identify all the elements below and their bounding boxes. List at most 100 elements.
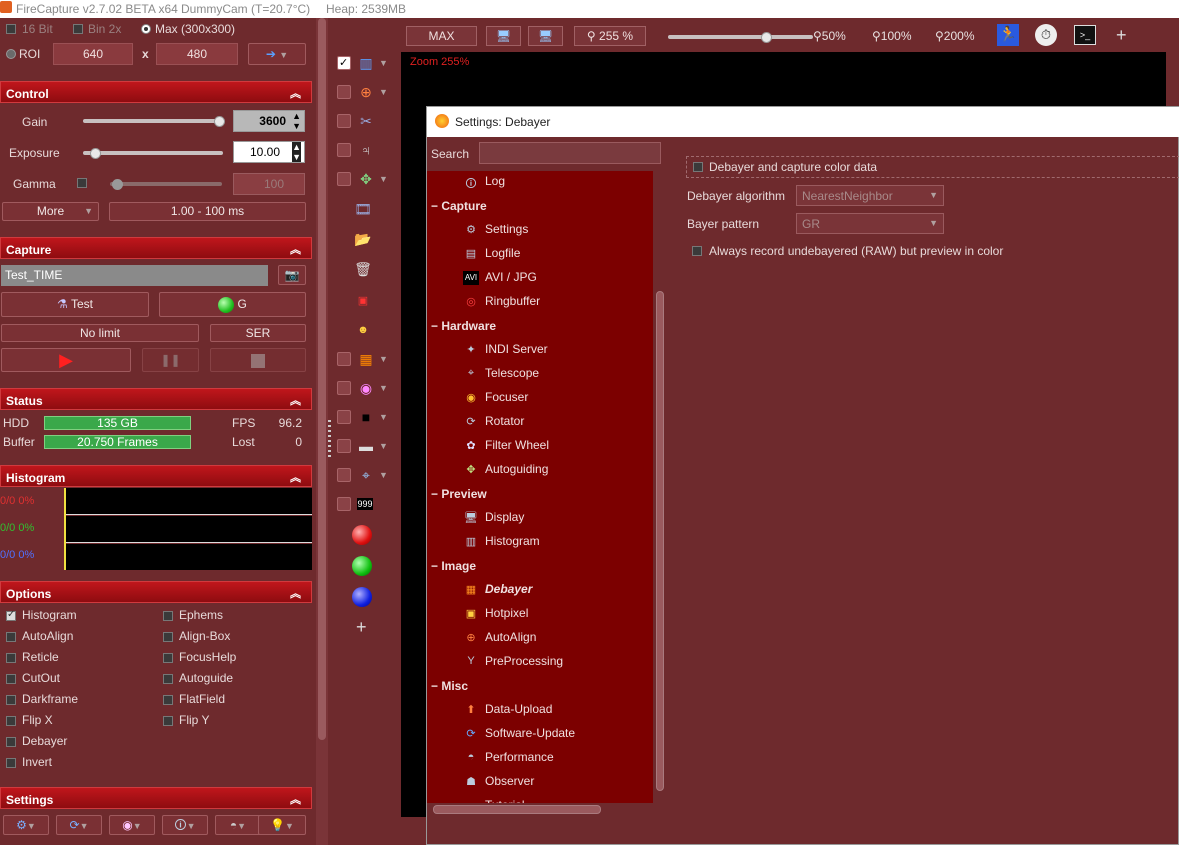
zoom-50-button[interactable]: ⚲50% <box>813 29 846 43</box>
tree-category[interactable]: − Capture <box>431 199 487 213</box>
cutout-tool-checkbox[interactable] <box>337 114 351 128</box>
zoom-slider[interactable] <box>668 35 813 39</box>
folder-icon[interactable]: 📂 <box>354 230 372 248</box>
bar-icon[interactable]: ▬ <box>357 437 375 455</box>
gamma-slider[interactable] <box>110 182 222 186</box>
tree-item[interactable]: ▤ Logfile <box>463 246 521 261</box>
options-section-header[interactable]: Options ︽ <box>0 581 312 603</box>
gain-slider-knob[interactable] <box>214 116 225 127</box>
tree-item[interactable]: ⌖ Telescope <box>463 366 539 381</box>
chevron-down-icon[interactable]: ▼ <box>379 383 388 393</box>
tree-item[interactable]: ☗ Observer <box>463 774 534 789</box>
option-checkbox[interactable] <box>163 674 173 684</box>
zoom-field[interactable]: ⚲ 255 % <box>574 26 646 46</box>
algorithm-select[interactable]: NearestNeighbor ▼ <box>796 185 944 206</box>
tree-item[interactable]: ◉ Focuser <box>463 390 528 405</box>
counter-tool-checkbox[interactable] <box>337 497 351 511</box>
tree-item[interactable]: ✥ Autoguiding <box>463 462 548 477</box>
black-tool-checkbox[interactable] <box>337 410 351 424</box>
option-checkbox[interactable] <box>6 695 16 705</box>
tree-item[interactable]: ✿ Filter Wheel <box>463 438 549 453</box>
debayer-checkbox[interactable] <box>693 162 703 172</box>
pause-button[interactable]: ❚❚ <box>142 348 199 372</box>
option-checkbox[interactable] <box>163 632 173 642</box>
exposure-input[interactable]: 10.00 ▲ ▼ <box>233 141 305 163</box>
gain-slider[interactable] <box>83 119 223 123</box>
tree-item[interactable]: ▦ Debayer <box>463 582 533 597</box>
tree-vertical-scrollbar[interactable] <box>655 171 665 803</box>
face-icon[interactable]: ☻ <box>354 321 372 339</box>
ephems-tool-checkbox[interactable] <box>337 143 351 157</box>
color-wheel-icon[interactable]: ◉ <box>357 379 375 397</box>
tree-item[interactable]: ▣ Hotpixel <box>463 606 529 621</box>
left-panel-scrollbar[interactable] <box>316 18 328 845</box>
zoom-200-button[interactable]: ⚲200% <box>935 29 975 43</box>
tree-item[interactable]: ⊕ AutoAlign <box>463 630 536 645</box>
chevron-down-icon[interactable]: ▼ <box>379 412 388 422</box>
control-section-header[interactable]: Control ︽ <box>0 81 312 103</box>
option-checkbox[interactable] <box>6 758 16 768</box>
scrollbar-thumb[interactable] <box>656 291 664 791</box>
monitor-fit-icon[interactable]: 🖥 <box>486 26 521 46</box>
tree-item[interactable]: 🛈 Log <box>463 174 505 190</box>
option-checkbox[interactable] <box>6 737 16 747</box>
gain-input[interactable]: 3600 ▲ ▼ <box>233 110 305 132</box>
red-channel-icon[interactable] <box>352 525 372 545</box>
tree-item[interactable]: ⬆ Data-Upload <box>463 702 552 717</box>
chevron-down-icon[interactable]: ▼ <box>379 58 388 68</box>
tree-item[interactable]: ◎ Ringbuffer <box>463 294 540 309</box>
tree-horizontal-scrollbar[interactable] <box>427 804 653 816</box>
splitter-handle[interactable] <box>328 420 331 460</box>
cutout-icon[interactable]: ✂ <box>357 112 375 130</box>
reticle-tool-checkbox[interactable] <box>337 468 351 482</box>
option-checkbox[interactable] <box>6 674 16 684</box>
tree-item[interactable]: ✦ INDI Server <box>463 342 547 357</box>
exposure-slider-knob[interactable] <box>90 148 101 159</box>
tree-category[interactable]: − Image <box>431 559 476 573</box>
capture-section-header[interactable]: Capture ︽ <box>0 237 312 259</box>
limit-button[interactable]: No limit <box>1 324 199 342</box>
tree-item[interactable]: AVI AVI / JPG <box>463 270 537 285</box>
option-checkbox[interactable] <box>163 611 173 621</box>
tree-item[interactable]: 🖥 Display <box>463 510 524 525</box>
16bit-checkbox[interactable] <box>6 24 16 34</box>
chevron-down-icon[interactable]: ▼ <box>379 354 388 364</box>
color-tool-checkbox[interactable] <box>337 381 351 395</box>
settings-info-button[interactable]: 🛈▼ <box>162 815 208 835</box>
raw-checkbox[interactable] <box>692 246 702 256</box>
option-checkbox[interactable]: ✓ <box>6 609 16 621</box>
terminal-icon[interactable]: >_ <box>1074 25 1096 45</box>
spinner-icon[interactable]: ▲ ▼ <box>292 111 301 131</box>
autoguide-icon[interactable]: ✥ <box>357 170 375 188</box>
film-icon[interactable]: 🎞 <box>354 200 372 218</box>
chevron-down-icon[interactable]: ▼ <box>379 470 388 480</box>
camera-icon[interactable]: 📷 <box>278 265 306 285</box>
status-section-header[interactable]: Status ︽ <box>0 388 312 410</box>
collapse-icon[interactable]: − <box>431 559 441 573</box>
jupiter-icon[interactable]: ♃ <box>357 141 375 159</box>
chevron-down-icon[interactable]: ▼ <box>379 441 388 451</box>
pattern-select[interactable]: GR ▼ <box>796 213 944 234</box>
debayer-tool-checkbox[interactable] <box>337 352 351 366</box>
collapse-icon[interactable]: − <box>431 679 441 693</box>
tree-item[interactable]: Y PreProcessing <box>463 654 563 669</box>
roi-radio[interactable] <box>6 49 16 59</box>
darkframe-icon[interactable]: ▣ <box>354 292 372 310</box>
settings-section-header[interactable]: Settings ︽ <box>0 787 312 809</box>
settings-gear-button[interactable]: ⚙▼ <box>3 815 49 835</box>
histogram-tool-checkbox[interactable]: ✓ <box>337 56 351 70</box>
option-checkbox[interactable] <box>6 716 16 726</box>
bin2x-checkbox[interactable] <box>73 24 83 34</box>
filename-input[interactable]: Test_TIME <box>1 265 268 286</box>
collapse-icon[interactable]: − <box>431 199 441 213</box>
test-button[interactable]: ⚗ Test <box>1 292 149 317</box>
start-capture-button[interactable]: ▶ <box>1 348 131 372</box>
g-button[interactable]: G <box>159 292 306 317</box>
bayer-grid-icon[interactable]: ▦ <box>357 350 375 368</box>
settings-color-button[interactable]: ◉▼ <box>109 815 155 835</box>
tree-category[interactable]: − Preview <box>431 487 487 501</box>
option-checkbox[interactable] <box>163 695 173 705</box>
reticle-icon[interactable]: ⌖ <box>357 466 375 484</box>
runner-icon[interactable]: 🏃 <box>997 24 1019 46</box>
tree-category[interactable]: − Hardware <box>431 319 496 333</box>
